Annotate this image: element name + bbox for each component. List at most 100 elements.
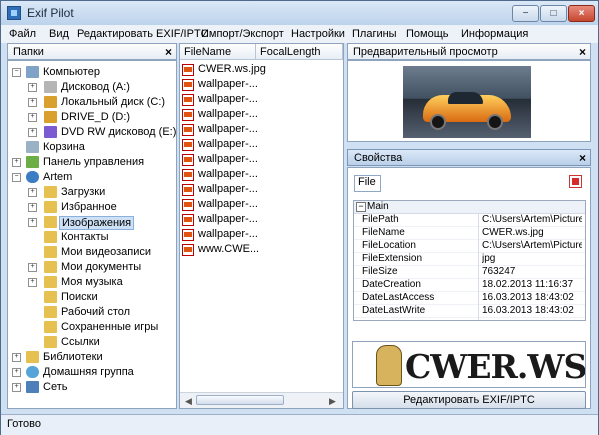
file-row[interactable]: wallpaper-... (182, 213, 342, 227)
tree-item-artem[interactable]: − Artem (10, 170, 175, 185)
menu-view[interactable]: Вид (49, 28, 69, 40)
tree-item-homegroup[interactable]: + Домашняя группа (10, 365, 175, 380)
tree-item-saved-games[interactable]: Сохраненные игры (10, 320, 175, 335)
file-row[interactable]: wallpaper-... (182, 153, 342, 167)
menu-import-export[interactable]: Импорт/Экспорт (201, 28, 284, 40)
preview-title: Предварительный просмотр (353, 46, 498, 58)
file-row[interactable]: wallpaper-... (182, 198, 342, 212)
property-key: DateLastAccess (362, 292, 435, 303)
property-key: FilePath (362, 214, 399, 225)
expand-icon[interactable]: + (28, 188, 37, 197)
banner-text: CWER.WS (405, 347, 586, 386)
folder-icon (44, 306, 57, 318)
expand-icon[interactable]: + (28, 98, 37, 107)
folder-icon (44, 291, 57, 303)
file-row[interactable]: wallpaper-... (182, 138, 342, 152)
pdf-export-icon[interactable] (569, 175, 582, 188)
tree-item-contacts[interactable]: Контакты (10, 230, 175, 245)
collapse-icon[interactable]: − (356, 202, 366, 212)
column-filename[interactable]: FileName (180, 44, 256, 60)
property-row[interactable]: FileSize 763247 (354, 266, 585, 279)
tree-label: Мои документы (61, 261, 142, 273)
file-row[interactable]: www.CWE... (182, 243, 342, 257)
tree-item-searches[interactable]: Поиски (10, 290, 175, 305)
menu-plugins[interactable]: Плагины (352, 28, 397, 40)
close-button[interactable]: × (568, 5, 595, 22)
tree-item-music[interactable]: + Моя музыка (10, 275, 175, 290)
tree-item-floppy[interactable]: + Дисковод (A:) (10, 80, 175, 95)
tree-item-videos[interactable]: Мои видеозаписи (10, 245, 175, 260)
file-row[interactable]: wallpaper-... (182, 228, 342, 242)
property-row[interactable]: FileName CWER.ws.jpg (354, 227, 585, 240)
tree-label: Artem (43, 171, 73, 183)
column-focallength[interactable]: FocalLength (256, 44, 343, 60)
edit-exif-button[interactable]: Редактировать EXIF/IPTC (352, 391, 586, 409)
file-name: wallpaper-... (198, 213, 258, 225)
expand-icon[interactable]: + (28, 113, 37, 122)
scroll-right-icon[interactable]: ▶ (329, 396, 336, 407)
file-row[interactable]: wallpaper-... (182, 78, 342, 92)
horizontal-scrollbar[interactable]: ◀ ▶ (180, 392, 343, 408)
close-folders-icon[interactable]: × (165, 45, 172, 59)
maximize-button[interactable]: □ (540, 5, 567, 22)
tree-item-drive-d[interactable]: + DRIVE_D (D:) (10, 110, 175, 125)
tree-item-recycle-bin[interactable]: Корзина (10, 140, 175, 155)
property-row[interactable]: DateLastAccess 16.03.2013 18:43:02 (354, 292, 585, 305)
collapse-icon[interactable]: − (12, 68, 21, 77)
scroll-left-icon[interactable]: ◀ (185, 396, 192, 407)
minimize-button[interactable]: − (512, 5, 539, 22)
file-row[interactable]: wallpaper-... (182, 93, 342, 107)
title-bar[interactable]: Exif Pilot − □ × (1, 1, 598, 25)
group-main-header[interactable]: − Main (354, 201, 585, 214)
tree-label: Избранное (61, 201, 117, 213)
expand-icon[interactable]: + (28, 263, 37, 272)
property-value: CWER.ws.jpg (482, 227, 544, 238)
property-row[interactable]: FileLocation C:\Users\Artem\Pictures\ (354, 240, 585, 253)
tree-item-favorites[interactable]: + Избранное (10, 200, 175, 215)
tree-label: Библиотеки (43, 351, 103, 363)
menu-file[interactable]: Файл (9, 28, 36, 40)
expand-icon[interactable]: + (12, 368, 21, 377)
tree-item-computer[interactable]: − Компьютер (10, 65, 175, 80)
folder-icon (44, 321, 57, 333)
tree-item-images[interactable]: + Изображения (10, 215, 175, 230)
expand-icon[interactable]: + (12, 158, 21, 167)
tree-item-local-disk[interactable]: + Локальный диск (C:) (10, 95, 175, 110)
close-properties-icon[interactable]: × (579, 151, 586, 165)
menu-help[interactable]: Помощь (406, 28, 449, 40)
property-row[interactable]: FileExtension jpg (354, 253, 585, 266)
file-row[interactable]: wallpaper-... (182, 183, 342, 197)
tree-item-links[interactable]: Ссылки (10, 335, 175, 350)
file-row[interactable]: wallpaper-... (182, 123, 342, 137)
collapse-icon[interactable]: − (12, 173, 21, 182)
menu-settings[interactable]: Настройки (291, 28, 345, 40)
menu-info[interactable]: Информация (461, 28, 528, 40)
expand-icon[interactable]: + (28, 218, 37, 227)
file-row[interactable]: CWER.ws.jpg (182, 63, 342, 77)
expand-icon[interactable]: + (12, 383, 21, 392)
close-preview-icon[interactable]: × (579, 45, 586, 59)
property-row[interactable]: DateCreation 18.02.2013 11:16:37 (354, 279, 585, 292)
expand-icon[interactable]: + (28, 128, 37, 137)
tree-item-desktop[interactable]: Рабочий стол (10, 305, 175, 320)
folder-icon (44, 216, 57, 228)
scroll-thumb[interactable] (196, 395, 284, 405)
menu-edit-exif[interactable]: Редактировать EXIF/IPTC (77, 28, 209, 40)
expand-icon[interactable]: + (28, 278, 37, 287)
tree-item-dvd[interactable]: + DVD RW дисковод (E:) (10, 125, 176, 140)
expand-icon[interactable]: + (28, 83, 37, 92)
expand-icon[interactable]: + (28, 203, 37, 212)
expand-icon[interactable]: + (12, 353, 21, 362)
file-name: wallpaper-... (198, 153, 258, 165)
tree-item-libraries[interactable]: + Библиотеки (10, 350, 175, 365)
tree-item-documents[interactable]: + Мои документы (10, 260, 175, 275)
file-row[interactable]: wallpaper-... (182, 108, 342, 122)
property-row[interactable]: FilePath C:\Users\Artem\Pictures... (354, 214, 585, 227)
file-tab[interactable]: File (354, 175, 381, 192)
property-row[interactable]: DateLastWrite 16.03.2013 18:43:02 (354, 305, 585, 318)
tree-item-control-panel[interactable]: + Панель управления (10, 155, 175, 170)
file-row[interactable]: wallpaper-... (182, 168, 342, 182)
tree-item-downloads[interactable]: + Загрузки (10, 185, 175, 200)
control-panel-icon (26, 156, 39, 168)
tree-item-network[interactable]: + Сеть (10, 380, 175, 395)
